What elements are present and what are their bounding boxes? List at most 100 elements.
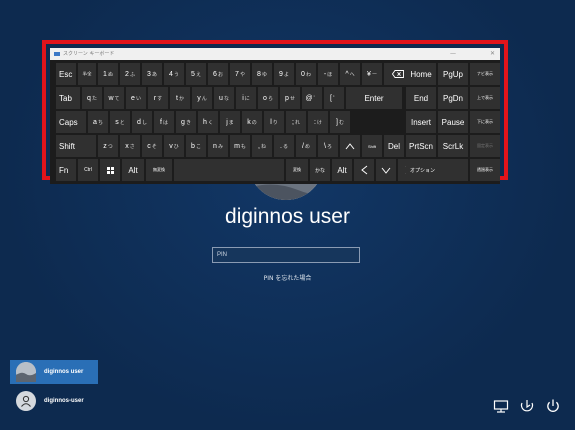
key-windows[interactable] bbox=[100, 159, 120, 181]
key-char[interactable]: 7や bbox=[230, 63, 250, 85]
key-char[interactable]: sと bbox=[110, 111, 130, 133]
key-char[interactable]: uな bbox=[214, 87, 234, 109]
key-alt[interactable]: Alt bbox=[332, 159, 352, 181]
key-char[interactable]: 8ゆ bbox=[252, 63, 272, 85]
key-main-label: , bbox=[258, 142, 260, 150]
nav-key[interactable]: PrtScn bbox=[406, 135, 436, 157]
key-char[interactable]: zつ bbox=[98, 135, 118, 157]
nav-key[interactable]: Home bbox=[406, 63, 436, 85]
key-arrow-up[interactable] bbox=[340, 135, 360, 157]
nav-key[interactable]: PgUp bbox=[438, 63, 468, 85]
nav-key[interactable]: PgDn bbox=[438, 87, 468, 109]
key-fn[interactable]: Fn bbox=[56, 159, 76, 181]
nav-key[interactable]: End bbox=[406, 87, 436, 109]
network-icon[interactable] bbox=[493, 398, 509, 414]
key-char[interactable]: pせ bbox=[280, 87, 300, 109]
key-del[interactable]: Del bbox=[384, 135, 404, 157]
key-char[interactable]: bこ bbox=[186, 135, 206, 157]
key-char[interactable]: / め bbox=[296, 135, 316, 157]
key-char[interactable]: yん bbox=[192, 87, 212, 109]
key-char[interactable]: kの bbox=[242, 111, 262, 133]
key-かな[interactable]: かな bbox=[310, 159, 330, 181]
key-char[interactable]: aち bbox=[88, 111, 108, 133]
nav-key[interactable]: ナビ表示 bbox=[470, 63, 500, 85]
key-main-label: ¥ bbox=[367, 70, 371, 78]
key-space[interactable] bbox=[174, 159, 284, 181]
key-char[interactable]: ¥ ー bbox=[362, 63, 382, 85]
key-char[interactable]: ^ へ bbox=[340, 63, 360, 85]
key-char[interactable]: fは bbox=[154, 111, 174, 133]
key-変換[interactable]: 変換 bbox=[286, 159, 308, 181]
forgot-pin-link[interactable]: PIN を忘れた場合 bbox=[0, 273, 575, 282]
minimize-button[interactable]: — bbox=[450, 48, 456, 60]
key-char[interactable]: :け bbox=[308, 111, 328, 133]
nav-key[interactable]: Insert bbox=[406, 111, 436, 133]
key-半/全[interactable]: 半/全 bbox=[78, 63, 96, 85]
key-char[interactable]: hく bbox=[198, 111, 218, 133]
key-無変換[interactable]: 無変換 bbox=[146, 159, 172, 181]
key-char[interactable]: ; れ bbox=[286, 111, 306, 133]
key-char[interactable]: lり bbox=[264, 111, 284, 133]
key-char[interactable]: \ ろ bbox=[318, 135, 338, 157]
key-char[interactable]: .る bbox=[274, 135, 294, 157]
nav-key[interactable]: Pause bbox=[438, 111, 468, 133]
nav-key[interactable]: 透過表示 bbox=[470, 159, 500, 181]
key-ctrl[interactable]: Ctrl bbox=[78, 159, 98, 181]
key-char[interactable]: [゜ bbox=[324, 87, 344, 109]
key-char[interactable]: iに bbox=[236, 87, 256, 109]
key-shift[interactable]: Shift bbox=[362, 135, 382, 157]
key-char[interactable]: 4う bbox=[164, 63, 184, 85]
key-char[interactable]: 9よ bbox=[274, 63, 294, 85]
nav-key[interactable]: 上で表示 bbox=[470, 87, 500, 109]
key-shift[interactable]: Shift bbox=[56, 135, 96, 157]
key-kana-label: ま bbox=[228, 119, 234, 126]
key-char[interactable]: qた bbox=[82, 87, 102, 109]
key-alt[interactable]: Alt bbox=[122, 159, 144, 181]
key-kana-label: よ bbox=[283, 71, 289, 78]
user-list-name: diginnos-user bbox=[44, 398, 84, 404]
key-char[interactable]: @ ゛ bbox=[302, 87, 322, 109]
key-char[interactable]: dし bbox=[132, 111, 152, 133]
key-char[interactable]: gき bbox=[176, 111, 196, 133]
key-kana-label: に bbox=[244, 95, 250, 102]
key-char[interactable]: 5え bbox=[186, 63, 206, 85]
key-main-label: g bbox=[181, 118, 185, 126]
key-char[interactable]: cそ bbox=[142, 135, 162, 157]
close-button[interactable]: ✕ bbox=[490, 48, 495, 60]
key-char[interactable]: vひ bbox=[164, 135, 184, 157]
key-char[interactable]: oら bbox=[258, 87, 278, 109]
user-list-item[interactable]: diginnos-user bbox=[10, 389, 110, 413]
key-char[interactable]: 1ぬ bbox=[98, 63, 118, 85]
user-list-item-selected[interactable]: diginnos user bbox=[10, 360, 98, 384]
key-char[interactable]: 3あ bbox=[142, 63, 162, 85]
key-arrow-left[interactable] bbox=[354, 159, 374, 181]
key-char[interactable]: eい bbox=[126, 87, 146, 109]
key-char[interactable]: tか bbox=[170, 87, 190, 109]
key-char[interactable]: xさ bbox=[120, 135, 140, 157]
key-caps[interactable]: Caps bbox=[56, 111, 86, 133]
key-char[interactable]: ] む bbox=[330, 111, 350, 133]
key-char[interactable]: ,ね bbox=[252, 135, 272, 157]
key-char[interactable]: 2ふ bbox=[120, 63, 140, 85]
key-enter[interactable]: Enter bbox=[346, 87, 402, 109]
key-kana-label: さ bbox=[129, 143, 135, 150]
key-arrow-down[interactable] bbox=[376, 159, 396, 181]
nav-key[interactable]: 固定表示 bbox=[470, 135, 500, 157]
pin-input[interactable]: PIN bbox=[212, 247, 360, 263]
key-char[interactable]: jま bbox=[220, 111, 240, 133]
key-esc[interactable]: Esc bbox=[56, 63, 76, 85]
nav-key[interactable]: オプション bbox=[406, 159, 468, 181]
nav-key[interactable]: ScrLk bbox=[438, 135, 468, 157]
key-char[interactable]: 6お bbox=[208, 63, 228, 85]
key-char[interactable]: mも bbox=[230, 135, 250, 157]
ease-of-access-icon[interactable] bbox=[519, 398, 535, 414]
nav-key[interactable]: 下に表示 bbox=[470, 111, 500, 133]
key-char[interactable]: rす bbox=[148, 87, 168, 109]
key-char[interactable]: nみ bbox=[208, 135, 228, 157]
key-char[interactable]: -ほ bbox=[318, 63, 338, 85]
key-tab[interactable]: Tab bbox=[56, 87, 80, 109]
key-kana-label: と bbox=[119, 119, 125, 126]
key-char[interactable]: 0わ bbox=[296, 63, 316, 85]
power-icon[interactable] bbox=[545, 398, 561, 414]
key-char[interactable]: wて bbox=[104, 87, 124, 109]
